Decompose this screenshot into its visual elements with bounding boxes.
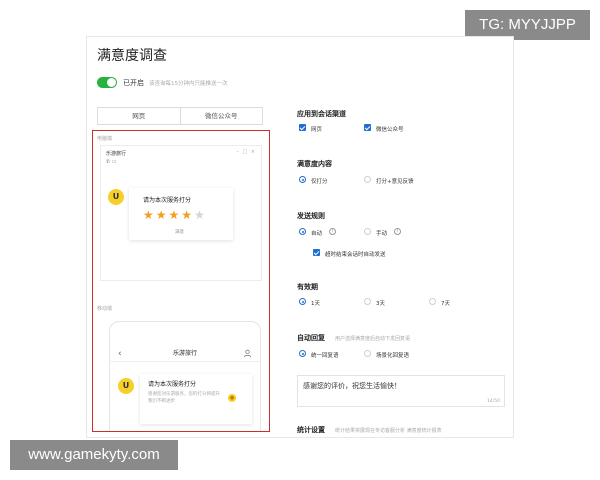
stats-title: 统计设置 — [297, 426, 325, 434]
mobile-rating-desc: 感谢您对乐游服务，您的打分将提升 — [148, 392, 220, 397]
star-icon[interactable]: ★ — [169, 208, 182, 222]
validity-7d-label: 7天 — [441, 301, 450, 307]
content-score-feedback-radio[interactable] — [364, 176, 371, 183]
enable-toggle[interactable] — [97, 77, 117, 88]
reply-unified-radio[interactable] — [299, 350, 306, 357]
mobile-brand: 乐游旅行 — [172, 350, 197, 357]
send-rule-title: 发送规则 — [297, 212, 325, 220]
user-icon[interactable] — [243, 349, 252, 358]
validity-3d-radio[interactable] — [364, 298, 371, 305]
tab-wechat[interactable]: 微信公众号 — [179, 108, 263, 124]
toggle-hint: 该咨询每15分钟内只能推送一次 — [149, 81, 228, 87]
desktop-rating-card: 请为本次服务打分 ★★★★★ 满意 — [129, 188, 233, 240]
desktop-brand: 乐游旅行 — [106, 151, 127, 157]
info-icon[interactable]: i — [394, 228, 401, 235]
validity-3d-label: 3天 — [376, 301, 385, 307]
star-icon[interactable]: ★ — [156, 208, 169, 222]
mobile-rating-desc-2: 我们不断进步 — [148, 399, 175, 404]
page-title: 满意度调查 — [97, 48, 167, 64]
toggle-label: 已开启 — [123, 79, 144, 87]
auto-reply-hint: 用户选择满意度后自动下发回复语 — [335, 336, 411, 342]
reply-textarea[interactable]: 感谢您的评价，祝您生活愉快！ 14/50 — [297, 375, 505, 407]
channel-wechat-label: 微信公众号 — [376, 127, 404, 133]
send-auto-radio[interactable] — [299, 228, 306, 235]
reply-scene-label: 场景化回复语 — [376, 353, 410, 359]
timeout-auto-send-label: 超时结束会话时自动发送 — [325, 252, 386, 258]
mobile-rating-prompt: 请为本次服务打分 — [148, 381, 197, 388]
cat-badge-icon: ● — [228, 394, 236, 402]
rating-prompt: 请为本次服务打分 — [143, 197, 192, 204]
send-manual-radio[interactable] — [364, 228, 371, 235]
satisfaction-settings-panel: 满意度调查 已开启 该咨询每15分钟内只能推送一次 网页 微信公众号 电脑端 乐… — [86, 36, 514, 438]
content-score-only-label: 仅打分 — [311, 179, 328, 185]
stats-hint: 统计结果将展现在专访客服分析 满意度统计报表 — [335, 428, 442, 434]
mobile-rating-card: 请为本次服务打分 感谢您对乐游服务，您的打分将提升 我们不断进步 ● — [140, 374, 252, 424]
validity-1d-radio[interactable] — [299, 298, 306, 305]
tab-web[interactable]: 网页 — [98, 108, 180, 124]
send-auto-label: 自动 — [311, 231, 323, 237]
channel-web-label: 网页 — [311, 127, 323, 133]
reply-unified-label: 统一回复语 — [311, 353, 339, 359]
reply-scene-radio[interactable] — [364, 350, 371, 357]
mobile-preview: ‹ 乐游旅行 U 请为本次服务打分 感谢您对乐游服务，您的打分将提升 我们不断进… — [109, 321, 261, 431]
window-controls-icon: – □ × — [236, 149, 256, 155]
channel-wechat-checkbox[interactable] — [364, 124, 371, 131]
channel-title: 应用到会话渠道 — [297, 110, 346, 118]
settings-column: 应用到会话渠道 网页 微信公众号 满意度内容 仅打分 打分+意见反馈 发送规则 … — [297, 37, 513, 437]
brand-logo-icon: U — [118, 378, 134, 394]
star-icon[interactable]: ★ — [143, 208, 156, 222]
star-rating[interactable]: ★★★★★ — [143, 209, 207, 221]
info-icon[interactable]: i — [329, 228, 336, 235]
mobile-nav-bar: ‹ 乐游旅行 — [110, 346, 260, 362]
preview-tabs: 网页 微信公众号 — [97, 107, 263, 125]
reply-text: 感谢您的评价，祝您生活愉快！ — [303, 382, 401, 390]
preview-highlight-frame: 乐游旅行 – □ × ✆ ▭ U 请为本次服务打分 ★★★★★ 满意 移动端 ‹… — [92, 130, 270, 432]
bottom-watermark: www.gamekyty.com — [10, 440, 178, 470]
reply-char-counter: 14/50 — [487, 399, 500, 404]
send-manual-label: 手动 — [376, 231, 388, 237]
desktop-preview: 乐游旅行 – □ × ✆ ▭ U 请为本次服务打分 ★★★★★ 满意 — [100, 145, 262, 281]
content-title: 满意度内容 — [297, 160, 332, 168]
content-score-only-radio[interactable] — [299, 176, 306, 183]
brand-logo-icon: U — [108, 189, 124, 205]
timeout-auto-send-checkbox[interactable] — [313, 249, 320, 256]
call-video-icon: ✆ ▭ — [106, 159, 117, 165]
rating-result: 满意 — [175, 230, 184, 235]
content-score-feedback-label: 打分+意见反馈 — [376, 179, 414, 185]
mobile-label: 移动端 — [97, 306, 113, 312]
auto-reply-title: 自动回复 — [297, 334, 325, 342]
validity-7d-radio[interactable] — [429, 298, 436, 305]
star-icon[interactable]: ★ — [181, 208, 194, 222]
channel-web-checkbox[interactable] — [299, 124, 306, 131]
validity-title: 有效期 — [297, 283, 318, 291]
validity-1d-label: 1天 — [311, 301, 320, 307]
star-icon[interactable]: ★ — [194, 208, 207, 222]
